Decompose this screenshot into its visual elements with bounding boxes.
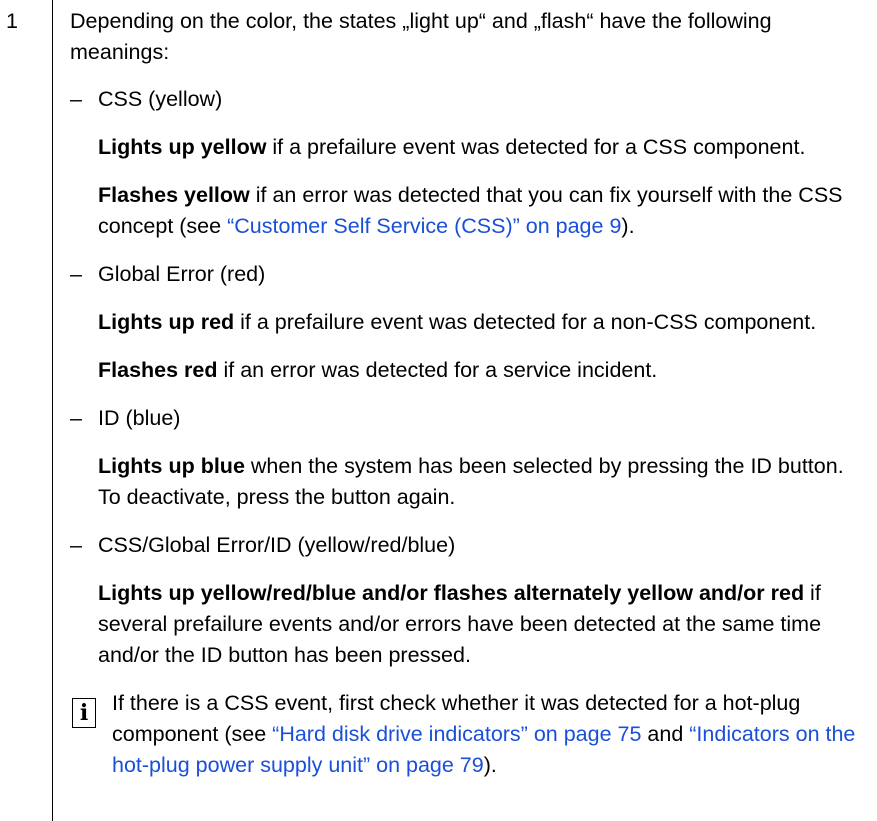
- dash-bullet: –: [70, 533, 82, 557]
- id-item: – ID (blue): [70, 403, 860, 434]
- combo-desc: Lights up yellow/red/blue and/or flashes…: [98, 578, 860, 671]
- global-lights-up-desc: Lights up red if a prefailure event was …: [98, 307, 860, 338]
- step-number: 1: [6, 9, 18, 33]
- combo-item: – CSS/Global Error/ID (yellow/red/blue): [70, 530, 860, 561]
- id-lights-up-desc: Lights up blue when the system has been …: [98, 451, 860, 513]
- css-heading: CSS (yellow): [98, 87, 223, 111]
- dash-bullet: –: [70, 406, 82, 430]
- css-item: – CSS (yellow): [70, 84, 860, 115]
- id-lights-up-label: Lights up blue: [98, 454, 245, 478]
- global-flashes-label: Flashes red: [98, 358, 218, 382]
- dash-bullet: –: [70, 262, 82, 286]
- global-error-heading: Global Error (red): [98, 262, 266, 286]
- step-content: Depending on the color, the states „ligh…: [70, 6, 860, 781]
- intro-text: Depending on the color, the states „ligh…: [70, 9, 772, 64]
- dash-bullet: –: [70, 87, 82, 111]
- step-divider-line: [52, 0, 53, 821]
- css-lights-up-text: if a prefailure event was detected for a…: [266, 135, 806, 159]
- info-note-and: and: [641, 722, 690, 746]
- hdd-indicators-link[interactable]: “Hard disk drive indicators” on page 75: [272, 722, 641, 746]
- combo-heading: CSS/Global Error/ID (yellow/red/blue): [98, 533, 456, 557]
- info-icon: i: [72, 698, 96, 728]
- global-lights-up-text: if a prefailure event was detected for a…: [234, 310, 817, 334]
- global-error-item: – Global Error (red): [70, 259, 860, 290]
- css-flashes-tail: ).: [621, 214, 635, 238]
- css-flashes-desc: Flashes yellow if an error was detected …: [98, 180, 860, 242]
- info-note: i If there is a CSS event, first check w…: [70, 688, 860, 781]
- combo-label: Lights up yellow/red/blue and/or flashes…: [98, 581, 805, 605]
- css-page-link[interactable]: “Customer Self Service (CSS)” on page 9: [227, 214, 621, 238]
- global-lights-up-label: Lights up red: [98, 310, 235, 334]
- css-flashes-label: Flashes yellow: [98, 183, 250, 207]
- global-flashes-text: if an error was detected for a service i…: [217, 358, 658, 382]
- info-note-tail: ).: [483, 753, 497, 777]
- css-lights-up-desc: Lights up yellow if a prefailure event w…: [98, 132, 860, 163]
- css-lights-up-label: Lights up yellow: [98, 135, 267, 159]
- id-heading: ID (blue): [98, 406, 181, 430]
- global-flashes-desc: Flashes red if an error was detected for…: [98, 355, 860, 386]
